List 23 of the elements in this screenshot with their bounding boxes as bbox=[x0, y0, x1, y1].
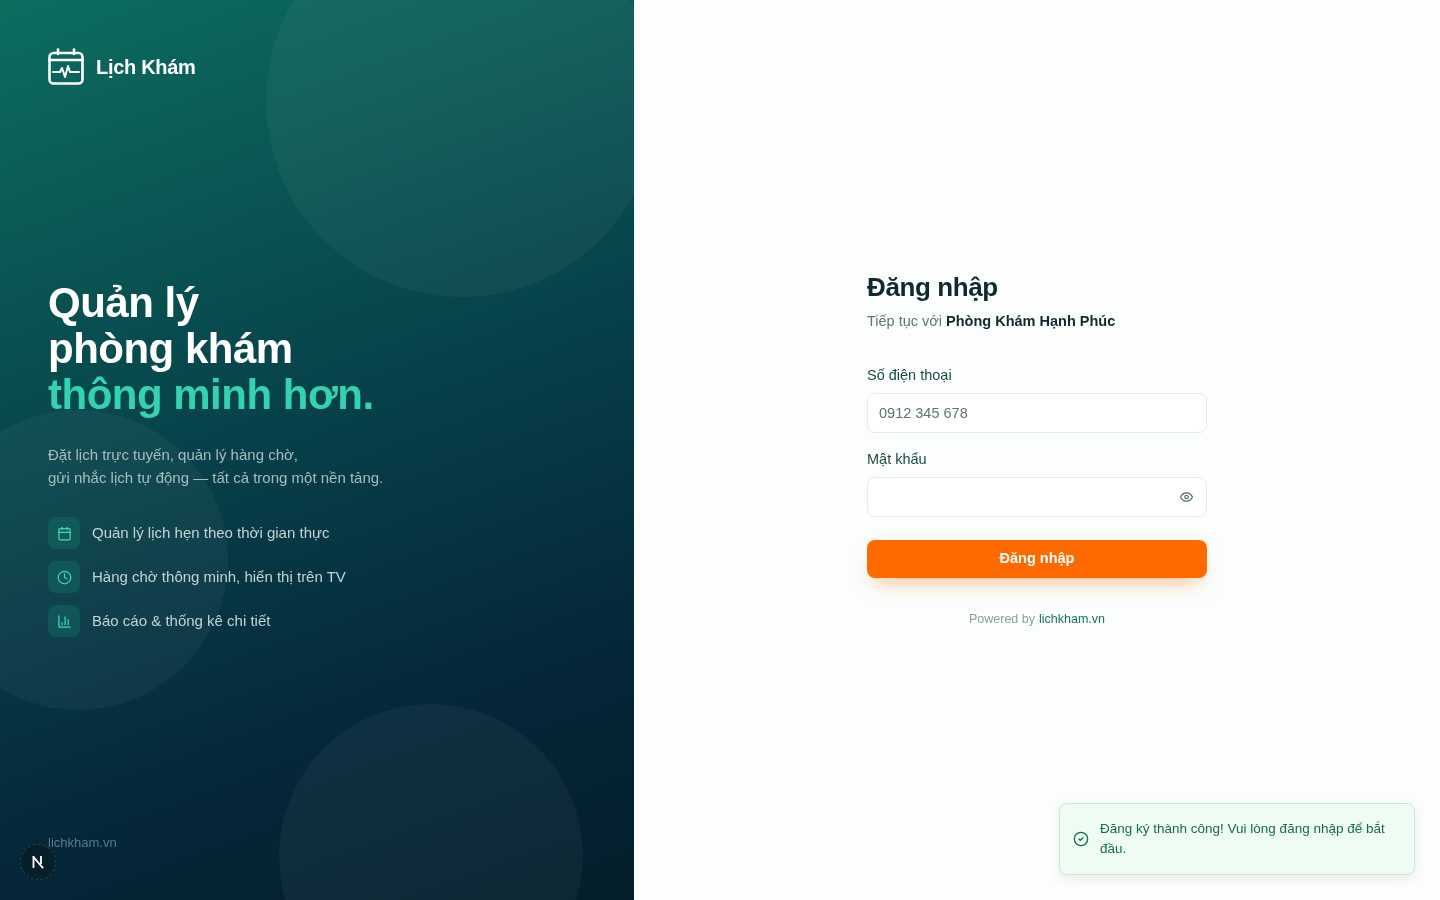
powered-by-text: Powered by bbox=[969, 611, 1035, 628]
phone-input[interactable]: 0912 345 678 bbox=[867, 393, 1207, 433]
password-input[interactable] bbox=[867, 477, 1207, 517]
login-title: Đăng nhập bbox=[867, 271, 999, 304]
login-subtitle: Tiếp tục với Phòng Khám Hạnh Phúc bbox=[867, 312, 1117, 332]
login-button[interactable]: Đăng nhập bbox=[867, 540, 1207, 578]
hero-headline: Quản lý phòng khám thông minh hơn. bbox=[48, 280, 375, 419]
check-circle-icon bbox=[1073, 831, 1089, 847]
toast-message: Đăng ký thành công! Vui lòng đăng nhập để bắt đầu. bbox=[1100, 820, 1386, 858]
brand-name: Lịch Khám bbox=[96, 54, 196, 80]
hero-description: Đặt lịch trực tuyến, quản lý hàng chờ, gửi nhắc lịch tự động — tất cả trong một nền tảng. bbox=[48, 445, 385, 489]
powered-by-link[interactable]: lichkham.vn bbox=[1039, 610, 1105, 629]
eye-icon[interactable] bbox=[1179, 490, 1194, 504]
clock-icon bbox=[48, 561, 80, 594]
calendar-pulse-logo-icon bbox=[48, 48, 84, 85]
bar-chart-icon bbox=[48, 605, 80, 638]
footer-link[interactable]: lichkham.vn bbox=[48, 832, 117, 852]
calendar-icon bbox=[48, 517, 80, 550]
field-label: Số điện thoại bbox=[867, 366, 953, 385]
field-label: Mật khẩu bbox=[867, 450, 928, 469]
feature-text: Quản lý lịch hẹn theo thời gian thực bbox=[92, 523, 330, 543]
feature-text: Báo cáo & thống kê chi tiết bbox=[92, 611, 271, 631]
feature-text: Hàng chờ thông minh, hiển thị trên TV bbox=[92, 567, 346, 587]
